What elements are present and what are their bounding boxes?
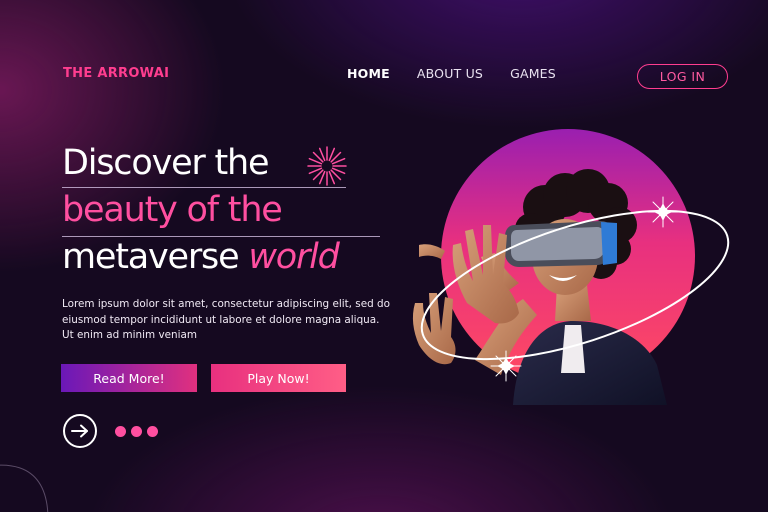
carousel-dot[interactable] (115, 426, 126, 437)
starburst-icon (307, 146, 347, 186)
read-more-button[interactable]: Read More! (61, 364, 197, 392)
headline-line-3: metaverse world (62, 237, 340, 277)
hero-illustration (412, 129, 730, 405)
headline-accent-word: world (248, 237, 340, 277)
nav-games-link[interactable]: GAMES (510, 66, 556, 81)
headline-line-2: beauty of the (62, 190, 283, 230)
arrow-right-icon (71, 424, 88, 438)
main-nav: HOME ABOUT US GAMES (347, 66, 556, 81)
headline-line-3-main: metaverse (62, 237, 249, 277)
carousel-dot[interactable] (147, 426, 158, 437)
play-now-button[interactable]: Play Now! (211, 364, 346, 392)
nav-home-link[interactable]: HOME (347, 66, 390, 81)
headline-line-1: Discover the (62, 143, 270, 183)
nav-about-link[interactable]: ABOUT US (417, 66, 483, 81)
carousel-dot[interactable] (131, 426, 142, 437)
decorative-arc (0, 464, 49, 512)
carousel-dots (115, 426, 158, 437)
next-slide-button[interactable] (63, 414, 97, 448)
login-button[interactable]: LOG IN (637, 64, 728, 89)
brand-logo[interactable]: THE ARROWAI (63, 66, 169, 81)
hero-description: Lorem ipsum dolor sit amet, consectetur … (62, 298, 390, 341)
headline-divider-1 (62, 187, 346, 188)
